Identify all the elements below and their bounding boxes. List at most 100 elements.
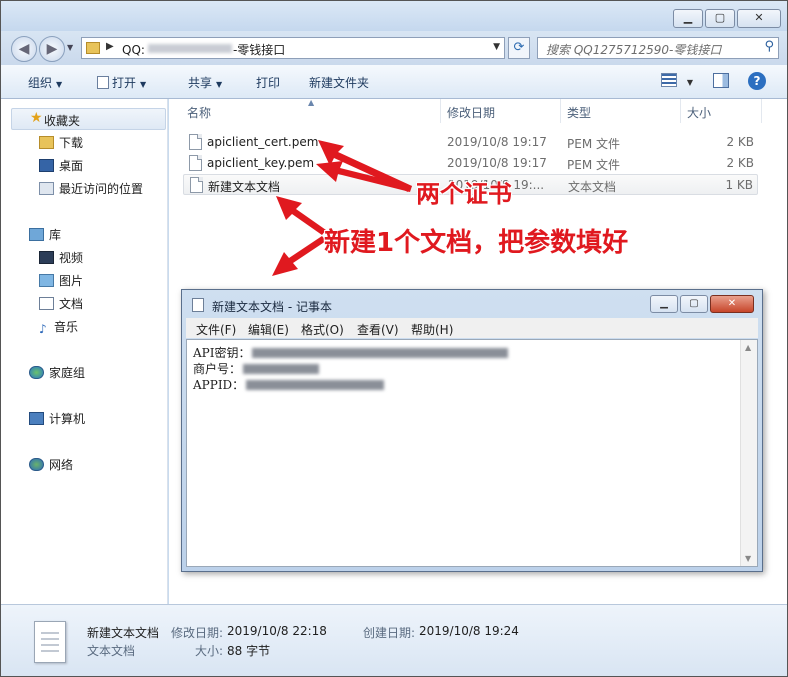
organize-label: 组织 [28,76,53,90]
notepad-icon [192,298,204,312]
navigation-pane: ★ 收藏夹 下载 桌面 最近访问的位置 库 视频 图片 文档 ♪ 音乐 家庭组 计… [1,99,168,604]
refresh-icon: ⟳ [513,40,525,55]
column-header-date[interactable]: 修改日期 [447,99,495,123]
api-key-label: API密钥： [193,346,251,360]
details-filename: 新建文本文档 [87,626,160,640]
chevron-down-icon: ▼ [216,80,223,89]
menu-view[interactable]: 查看(V) [357,321,399,338]
details-created-value: 2019/10/8 19:24 [419,624,519,638]
details-created-label: 创建日期: [363,626,416,640]
notepad-minimize-button[interactable]: ▁ [650,295,678,313]
forward-arrow-icon: ▶ [46,41,58,57]
sidebar-item-label: 家庭组 [49,366,86,380]
annotation-new-document: 新建1个文档，把参数填好 [324,228,629,258]
recent-pages-chevron-icon[interactable]: ▼ [67,43,73,52]
print-button[interactable]: 打印 [256,74,280,91]
open-button[interactable]: 打开 ▼ [97,74,146,91]
column-header-size[interactable]: 大小 [687,99,711,123]
sidebar-item-videos[interactable]: 视频 [39,249,83,269]
sidebar-item-music[interactable]: ♪ 音乐 [39,318,78,338]
redacted-merchant-id [243,364,320,374]
column-divider[interactable] [761,99,762,123]
details-size-label: 大小: [195,644,224,658]
column-divider[interactable] [680,99,681,123]
breadcrumb-chevron-icon[interactable]: ▶ [106,41,114,52]
menu-help[interactable]: 帮助(H) [411,321,453,338]
scroll-up-icon[interactable]: ▲ [745,343,751,352]
title-bar: ▁ ▢ ✕ [1,1,787,31]
file-date: 2019/10/8 19:17 [447,156,547,170]
file-date: 2019/10/8 19:17 [447,135,547,149]
menu-file[interactable]: 文件(F) [196,321,236,338]
share-button[interactable]: 共享 ▼ [188,74,222,91]
sidebar-item-pictures[interactable]: 图片 [39,272,83,292]
sidebar-item-favorites[interactable]: ★ 收藏夹 [11,108,166,130]
sidebar-item-label: 网络 [49,458,74,472]
sidebar-item-libraries[interactable]: 库 [29,226,61,246]
notepad-window-controls: ▁ ▢ ✕ [650,295,754,313]
organize-button[interactable]: 组织 ▼ [28,74,62,91]
column-divider[interactable] [440,99,441,123]
file-size: 2 KB [726,135,754,149]
minimize-icon: ▁ [683,11,693,24]
music-note-icon: ♪ [39,322,47,336]
open-label: 打开 [112,76,137,90]
column-header-type[interactable]: 类型 [567,99,591,123]
minimize-button[interactable]: ▁ [673,9,703,28]
file-type: PEM 文件 [567,158,620,172]
menu-edit[interactable]: 编辑(E) [248,321,289,338]
search-input[interactable]: 搜索 QQ1275712590-零钱接口 ⚲ [537,37,779,59]
menu-format[interactable]: 格式(O) [301,321,344,338]
merchant-id-label: 商户号： [193,362,242,376]
sidebar-item-label: 下载 [59,136,84,150]
command-bar: 组织 ▼ 打开 ▼ 共享 ▼ 打印 新建文件夹 ▼ ? [1,65,787,99]
column-divider[interactable] [560,99,561,123]
search-icon[interactable]: ⚲ [764,39,774,54]
file-row[interactable]: apiclient_key.pem 2019/10/8 19:17 PEM 文件… [183,153,758,174]
chevron-down-icon: ▼ [686,78,693,87]
network-icon [29,458,44,471]
address-input[interactable]: ▶ QQ: -零钱接口 ▼ [81,37,505,59]
sidebar-item-label: 最近访问的位置 [59,182,144,196]
sidebar-item-documents[interactable]: 文档 [39,295,83,315]
sidebar-item-network[interactable]: 网络 [29,456,73,476]
file-size: 1 KB [725,178,753,192]
vertical-scrollbar[interactable]: ▲ ▼ [740,340,757,566]
sidebar-item-computer[interactable]: 计算机 [29,410,85,430]
close-button[interactable]: ✕ [737,9,781,28]
notepad-close-button[interactable]: ✕ [710,295,754,313]
details-pane: 新建文本文档 修改日期: 2019/10/8 22:18 创建日期: 2019/… [1,604,787,676]
refresh-button[interactable]: ⟳ [508,37,530,59]
address-dropdown-icon[interactable]: ▼ [493,42,500,52]
sidebar-item-label: 桌面 [59,159,84,173]
file-icon [189,134,202,150]
preview-pane-icon [713,73,729,88]
preview-pane-button[interactable] [713,73,729,91]
maximize-button[interactable]: ▢ [705,9,735,28]
homegroup-icon [29,366,44,379]
file-name: apiclient_key.pem [207,156,315,170]
file-row[interactable]: apiclient_cert.pem 2019/10/8 19:17 PEM 文… [183,132,758,153]
search-placeholder: 搜索 QQ1275712590-零钱接口 [546,43,722,57]
back-button[interactable]: ◀ [11,36,37,62]
notepad-title-bar[interactable]: 新建文本文档 - 记事本 ▁ ▢ ✕ [182,290,762,318]
back-arrow-icon: ◀ [18,41,30,57]
documents-icon [39,297,54,310]
sidebar-item-recent[interactable]: 最近访问的位置 [39,180,143,200]
text-line-api-key: API密钥： [193,344,509,361]
forward-button[interactable]: ▶ [39,36,65,62]
minimize-icon: ▁ [660,298,668,309]
view-options-button[interactable]: ▼ [661,73,693,90]
sidebar-item-desktop[interactable]: 桌面 [39,157,83,177]
notepad-maximize-button[interactable]: ▢ [680,295,708,313]
text-file-icon [190,177,203,193]
sidebar-item-homegroup[interactable]: 家庭组 [29,364,85,384]
new-folder-button[interactable]: 新建文件夹 [309,74,369,91]
sidebar-item-label: 库 [49,228,62,242]
notepad-text-area[interactable]: API密钥： 商户号： APPID： ▲ ▼ [186,339,758,567]
help-icon[interactable]: ? [748,72,766,90]
column-header-name[interactable]: 名称 [187,99,211,123]
scroll-down-icon[interactable]: ▼ [745,554,751,563]
column-label: 大小 [687,106,712,120]
sidebar-item-downloads[interactable]: 下载 [39,134,83,154]
